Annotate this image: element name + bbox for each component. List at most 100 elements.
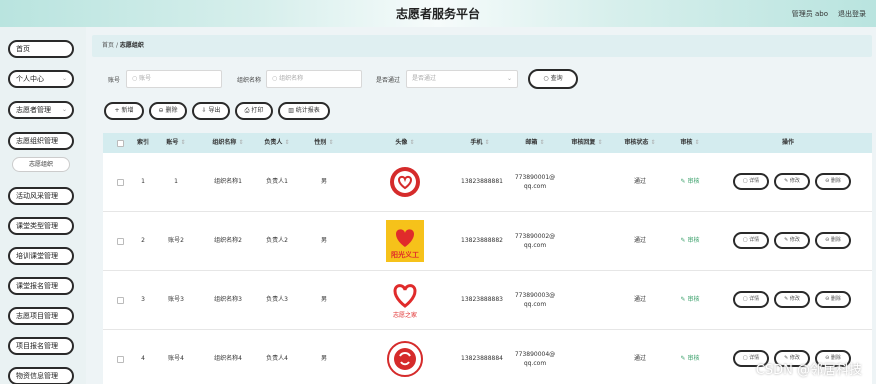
sidebar-item-training[interactable]: 培训课堂管理	[8, 247, 74, 265]
account-label: 账号	[108, 77, 121, 84]
sidebar-item-projects[interactable]: 志愿项目管理	[8, 307, 74, 325]
cell-email: 773890001@ qq.com	[514, 174, 556, 190]
cell-phone: 13823888883	[461, 296, 503, 303]
sidebar-item-materials[interactable]: 物资信息管理	[8, 367, 74, 384]
stats-button[interactable]: ▥ 统计报表	[278, 102, 330, 120]
detail-button[interactable]: ▢ 详情	[733, 173, 769, 190]
row-checkbox[interactable]	[117, 238, 124, 245]
breadcrumb-home[interactable]: 首页	[102, 42, 114, 49]
sidebar-item-class-signup[interactable]: 课堂报名管理	[8, 277, 74, 295]
cell-account: 账号2	[168, 237, 184, 244]
cell-leader: 负责人3	[266, 296, 288, 303]
audit-link[interactable]: ✎ 审核	[673, 153, 707, 211]
add-button[interactable]: + 新增	[104, 102, 144, 120]
logout-link[interactable]: 退出登录	[838, 9, 866, 19]
cell-audit-status: 通过	[633, 237, 646, 244]
cell-index: 1	[141, 178, 145, 185]
logo-text: 阳光义工	[391, 250, 419, 259]
chevron-down-icon: ⌄	[61, 75, 67, 82]
cell-gender: 男	[320, 237, 327, 244]
cell-audit-reply	[565, 330, 609, 384]
cell-email: 773890002@ qq.com	[514, 233, 556, 249]
account-input[interactable]: ○ 账号	[126, 70, 222, 88]
edit-button[interactable]: ✎ 修改	[774, 232, 810, 249]
edit-button[interactable]: ✎ 修改	[774, 173, 810, 190]
cell-phone: 13823888882	[461, 237, 503, 244]
sidebar-item-project-signup[interactable]: 项目报名管理	[8, 337, 74, 355]
sidebar-item-profile[interactable]: 个人中心 ⌄	[8, 70, 74, 88]
org-logo-sunshine: 阳光义工	[386, 220, 424, 262]
col-account[interactable]: 账号 ⇕	[161, 133, 191, 153]
org-logo-heart-home: 志愿之家	[393, 284, 417, 319]
top-header: 志愿者服务平台 管理员 abo 退出登录	[0, 0, 876, 27]
breadcrumb: 首页 / 志愿组织	[92, 35, 872, 57]
cell-gender: 男	[320, 178, 327, 185]
detail-button[interactable]: ▢ 详情	[733, 232, 769, 249]
cell-org-name: 组织名称4	[214, 355, 242, 362]
sidebar-item-home[interactable]: 首页	[8, 40, 74, 58]
chevron-down-icon: ⌄	[506, 75, 512, 82]
col-leader[interactable]: 负责人 ⇕	[257, 133, 297, 153]
audit-link[interactable]: ✎ 审核	[673, 330, 707, 384]
delete-row-button[interactable]: ⊖ 删除	[815, 291, 851, 308]
col-org-name[interactable]: 组织名称 ⇕	[203, 133, 253, 153]
cell-account: 账号3	[168, 296, 184, 303]
org-logo-round-seal	[387, 341, 423, 377]
select-all-checkbox[interactable]	[117, 140, 124, 147]
cell-org-name: 组织名称1	[214, 178, 242, 185]
col-avatar[interactable]: 头像 ⇕	[385, 133, 425, 153]
col-gender[interactable]: 性别 ⇕	[309, 133, 339, 153]
sidebar: 首页 个人中心 ⌄ 志愿者管理 ⌄ 志愿组织管理 志愿组织 活动风采管理 课堂类型管…	[0, 27, 86, 384]
col-index: 索引	[136, 139, 149, 146]
audit-link[interactable]: ✎ 审核	[673, 271, 707, 329]
search-bar: 账号 ○ 账号 组织名称 ○ 组织名称 是否通过 是否通过 ⌄ ○ 查询	[92, 69, 872, 91]
audit-link[interactable]: ✎ 审核	[673, 212, 707, 270]
delete-row-button[interactable]: ⊖ 删除	[815, 232, 851, 249]
cell-index: 3	[141, 296, 145, 303]
cell-gender: 男	[320, 296, 327, 303]
col-email[interactable]: 邮箱 ⇕	[515, 133, 555, 153]
app-title: 志愿者服务平台	[395, 7, 480, 21]
row-checkbox[interactable]	[117, 356, 124, 363]
data-table: 索引 账号 ⇕ 组织名称 ⇕ 负责人 ⇕ 性别 ⇕ 头像 ⇕ 手机 ⇕ 邮箱 ⇕…	[103, 133, 872, 384]
sidebar-item-class-types[interactable]: 课堂类型管理	[8, 217, 74, 235]
row-checkbox[interactable]	[117, 297, 124, 304]
cell-phone: 13823888881	[461, 178, 503, 185]
org-name-label: 组织名称	[237, 77, 262, 84]
passed-label: 是否通过	[376, 77, 401, 84]
toolbar: + 新增 ⊖ 删除 ⇩ 导出 ⎙ 打印 ▥ 统计报表	[92, 102, 872, 122]
breadcrumb-current: 志愿组织	[119, 42, 144, 49]
edit-button[interactable]: ✎ 修改	[774, 291, 810, 308]
cell-audit-reply	[565, 153, 609, 211]
delete-row-button[interactable]: ⊖ 删除	[815, 173, 851, 190]
table-row: 2 账号2 组织名称2 负责人2 男 阳光义工 13823888882 7738…	[103, 212, 872, 271]
cell-gender: 男	[320, 355, 327, 362]
cell-audit-status: 通过	[633, 296, 646, 303]
sidebar-subitem-org[interactable]: 志愿组织	[12, 157, 70, 172]
logo-text: 志愿之家	[393, 311, 417, 319]
row-checkbox[interactable]	[117, 179, 124, 186]
sidebar-item-volunteers[interactable]: 志愿者管理 ⌄	[8, 101, 74, 119]
watermark: CSDN @邻居科技	[755, 363, 862, 378]
cell-index: 4	[141, 355, 145, 362]
col-audit-status[interactable]: 审核状态 ⇕	[617, 133, 663, 153]
delete-button[interactable]: ⊖ 删除	[149, 102, 187, 120]
cell-phone: 13823888884	[461, 355, 503, 362]
cell-audit-status: 通过	[633, 178, 646, 185]
sidebar-item-orgs[interactable]: 志愿组织管理	[8, 132, 74, 150]
col-phone[interactable]: 手机 ⇕	[463, 133, 497, 153]
admin-label: 管理员 abo	[791, 10, 828, 18]
print-button[interactable]: ⎙ 打印	[235, 102, 273, 120]
query-button[interactable]: ○ 查询	[528, 69, 578, 89]
cell-org-name: 组织名称3	[214, 296, 242, 303]
passed-select[interactable]: 是否通过 ⌄	[406, 70, 518, 88]
col-audit-reply[interactable]: 审核回复 ⇕	[565, 133, 609, 153]
cell-leader: 负责人2	[266, 237, 288, 244]
breadcrumb-sep: /	[115, 42, 118, 49]
chevron-down-icon: ⌄	[61, 106, 67, 113]
org-name-input[interactable]: ○ 组织名称	[266, 70, 362, 88]
sidebar-item-activities[interactable]: 活动风采管理	[8, 187, 74, 205]
export-button[interactable]: ⇩ 导出	[192, 102, 230, 120]
col-audit[interactable]: 审核 ⇕	[673, 133, 707, 153]
detail-button[interactable]: ▢ 详情	[733, 291, 769, 308]
